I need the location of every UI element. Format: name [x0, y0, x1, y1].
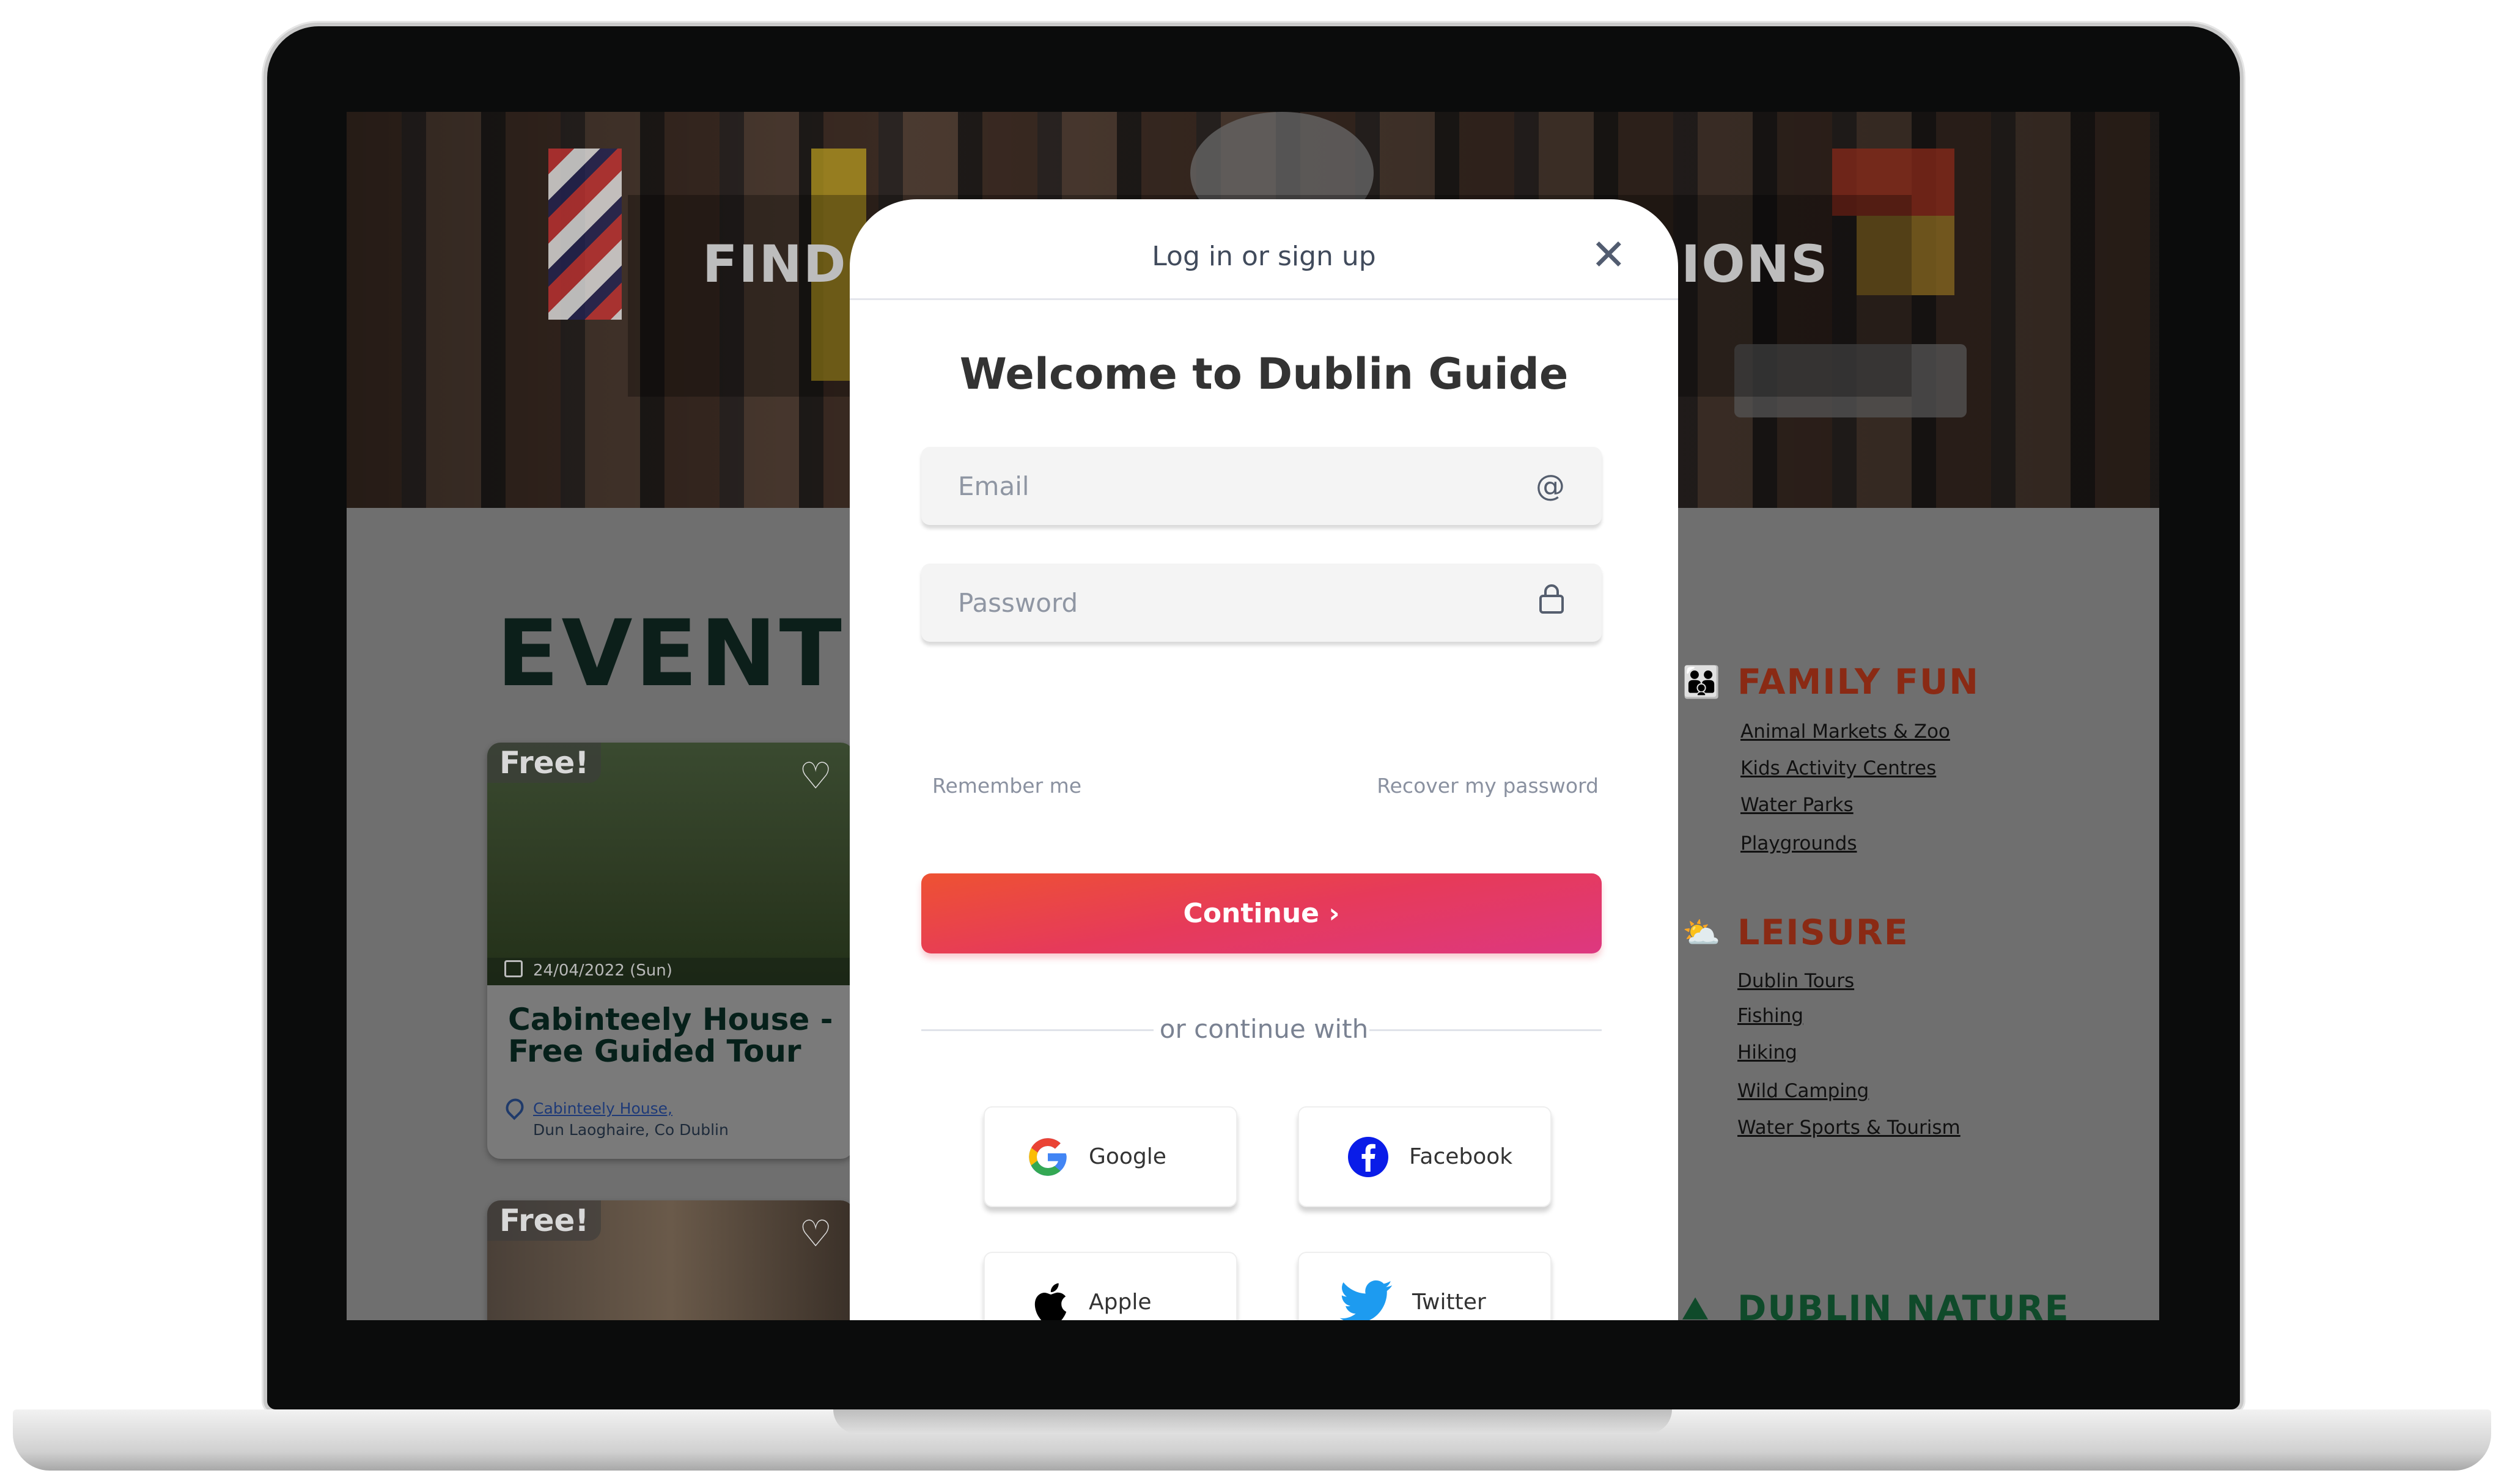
sun-cloud-icon: ⛅: [1682, 915, 1722, 950]
category-dublin-nature: ⛰ DUBLIN NATURE: [1682, 1288, 2070, 1320]
link-hiking[interactable]: Hiking: [1737, 1041, 1797, 1063]
google-label: Google: [1089, 1144, 1166, 1169]
heart-icon[interactable]: ♡: [799, 755, 832, 798]
event-image: Free! ♡: [487, 1200, 854, 1320]
modal-title: Log in or sign up: [1152, 241, 1376, 272]
password-field[interactable]: [921, 564, 1602, 642]
link-water-parks[interactable]: Water Parks: [1740, 794, 1854, 816]
link-fishing[interactable]: Fishing: [1737, 1005, 1803, 1027]
continue-button[interactable]: Continue ›: [921, 873, 1602, 953]
login-modal: Log in or sign up ✕ Welcome to Dublin Gu…: [850, 199, 1678, 1320]
event-card[interactable]: Free! ♡: [487, 1200, 854, 1320]
email-input[interactable]: [958, 471, 1536, 501]
laptop-notch: [833, 1409, 1672, 1434]
free-badge: Free!: [487, 1200, 602, 1241]
event-image: Free! ♡ 24/04/2022 (Sun): [487, 743, 854, 985]
link-playgrounds[interactable]: Playgrounds: [1740, 832, 1857, 854]
recover-password-link[interactable]: Recover my password: [1377, 774, 1599, 798]
hero-title-end: IONS: [1681, 234, 1829, 294]
twitter-label: Twitter: [1412, 1290, 1486, 1315]
link-dublin-tours[interactable]: Dublin Tours: [1737, 970, 1854, 992]
divider-text: or continue with: [1159, 1014, 1369, 1044]
facebook-icon: [1345, 1134, 1391, 1180]
location-pin-icon: [502, 1095, 528, 1120]
google-button[interactable]: Google: [984, 1106, 1237, 1207]
at-icon: @: [1536, 469, 1565, 503]
facebook-button[interactable]: Facebook: [1298, 1106, 1552, 1207]
twitter-icon: [1339, 1279, 1394, 1320]
free-badge: Free!: [487, 743, 602, 783]
calendar-icon: [504, 960, 523, 977]
family-icon: 👪: [1682, 664, 1722, 700]
link-wild-camping[interactable]: Wild Camping: [1737, 1080, 1869, 1102]
apple-button[interactable]: Apple: [984, 1252, 1237, 1320]
facebook-label: Facebook: [1409, 1144, 1513, 1169]
welcome-heading: Welcome to Dublin Guide: [959, 349, 1569, 399]
event-title[interactable]: Cabinteely House - Free Guided Tour: [508, 1004, 833, 1067]
google-icon: [1025, 1134, 1070, 1180]
event-date: 24/04/2022 (Sun): [487, 958, 854, 985]
twitter-button[interactable]: Twitter: [1298, 1252, 1552, 1320]
apple-label: Apple: [1089, 1290, 1152, 1315]
remember-me[interactable]: Remember me: [932, 774, 1081, 798]
mountain-icon: ⛰: [1682, 1291, 1709, 1320]
heart-icon[interactable]: ♡: [799, 1213, 832, 1255]
venue-link[interactable]: Cabinteely House,: [533, 1100, 672, 1117]
category-family-fun: 👪 FAMILY FUN: [1682, 662, 1979, 702]
screen: FIND E IONS EVENTS Free! ♡ 24/04/2022 (S…: [347, 112, 2159, 1320]
link-kids-activity[interactable]: Kids Activity Centres: [1740, 757, 1936, 779]
apple-icon: [1025, 1279, 1070, 1320]
event-card[interactable]: Free! ♡ 24/04/2022 (Sun) Cabinteely Hous…: [487, 743, 854, 1159]
category-leisure: ⛅ LEISURE: [1682, 913, 1909, 953]
link-animal-markets[interactable]: Animal Markets & Zoo: [1740, 721, 1950, 743]
email-field[interactable]: @: [921, 447, 1602, 525]
event-location: Cabinteely House, Dun Laoghaire, Co Dubl…: [502, 1095, 854, 1141]
password-input[interactable]: [958, 587, 1538, 618]
lock-icon: [1538, 584, 1565, 622]
link-water-sports[interactable]: Water Sports & Tourism: [1737, 1117, 1961, 1139]
close-icon[interactable]: ✕: [1591, 230, 1627, 280]
venue-address: Dun Laoghaire, Co Dublin: [533, 1121, 729, 1139]
chevron-right-icon: ›: [1328, 898, 1340, 929]
